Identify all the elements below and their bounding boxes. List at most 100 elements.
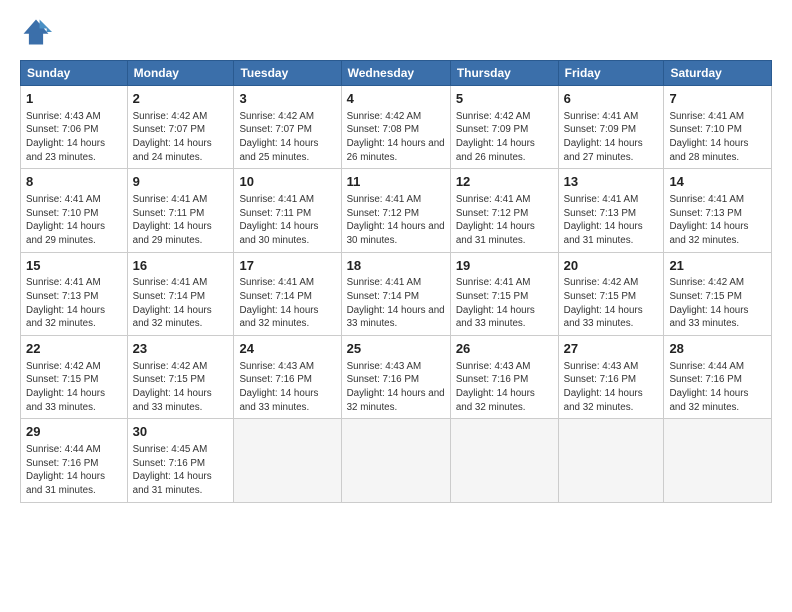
day-number: 20 (564, 257, 659, 275)
day-cell-10: 10 Sunrise: 4:41 AMSunset: 7:11 PMDayligh… (234, 169, 341, 252)
week-row-5: 29 Sunrise: 4:44 AMSunset: 7:16 PMDayligh… (21, 419, 772, 502)
day-info: Sunrise: 4:42 AMSunset: 7:09 PMDaylight:… (456, 110, 553, 165)
logo-icon (20, 16, 52, 48)
day-cell-14: 14 Sunrise: 4:41 AMSunset: 7:13 PMDayligh… (664, 169, 772, 252)
day-number: 9 (133, 173, 229, 191)
day-cell-26: 26 Sunrise: 4:43 AMSunset: 7:16 PMDayligh… (450, 336, 558, 419)
day-cell-19: 19Sunrise: 4:41 AMSunset: 7:15 PMDayligh… (450, 252, 558, 335)
empty-cell (558, 419, 664, 502)
day-info: Sunrise: 4:41 AMSunset: 7:11 PMDaylight:… (133, 193, 229, 248)
day-info: Sunrise: 4:42 AMSunset: 7:15 PMDaylight:… (26, 360, 122, 415)
day-info: Sunrise: 4:41 AMSunset: 7:14 PMDaylight:… (133, 276, 229, 331)
day-number: 7 (669, 90, 766, 108)
empty-cell (234, 419, 341, 502)
day-number: 24 (239, 340, 335, 358)
day-info: Sunrise: 4:41 AMSunset: 7:12 PMDaylight:… (456, 193, 553, 248)
day-info: Sunrise: 4:43 AMSunset: 7:16 PMDaylight:… (456, 360, 553, 415)
day-number: 28 (669, 340, 766, 358)
day-info: Sunrise: 4:41 AMSunset: 7:11 PMDaylight:… (239, 193, 335, 248)
day-number: 22 (26, 340, 122, 358)
day-cell-25: 25 Sunrise: 4:43 AMSunset: 7:16 PMDayligh… (341, 336, 450, 419)
day-number: 16 (133, 257, 229, 275)
day-info: Sunrise: 4:41 AMSunset: 7:12 PMDaylight:… (347, 193, 445, 248)
day-cell-23: 23Sunrise: 4:42 AMSunset: 7:15 PMDayligh… (127, 336, 234, 419)
day-cell-27: 27 Sunrise: 4:43 AMSunset: 7:16 PMDayligh… (558, 336, 664, 419)
day-cell-5: 5 Sunrise: 4:42 AMSunset: 7:09 PMDaylight… (450, 86, 558, 169)
day-number: 21 (669, 257, 766, 275)
day-info: Sunrise: 4:44 AMSunset: 7:16 PMDaylight:… (669, 360, 766, 415)
col-header-wednesday: Wednesday (341, 61, 450, 86)
day-cell-11: 11 Sunrise: 4:41 AMSunset: 7:12 PMDayligh… (341, 169, 450, 252)
day-cell-21: 21Sunrise: 4:42 AMSunset: 7:15 PMDayligh… (664, 252, 772, 335)
col-header-friday: Friday (558, 61, 664, 86)
day-info: Sunrise: 4:43 AMSunset: 7:16 PMDaylight:… (564, 360, 659, 415)
day-number: 30 (133, 423, 229, 441)
day-info: Sunrise: 4:41 AMSunset: 7:13 PMDaylight:… (26, 276, 122, 331)
day-cell-2: 2Sunrise: 4:42 AMSunset: 7:07 PMDaylight… (127, 86, 234, 169)
day-number: 6 (564, 90, 659, 108)
day-number: 5 (456, 90, 553, 108)
day-info: Sunrise: 4:44 AMSunset: 7:16 PMDaylight:… (26, 443, 122, 498)
col-header-tuesday: Tuesday (234, 61, 341, 86)
day-cell-30: 30 Sunrise: 4:45 AMSunset: 7:16 PMDayligh… (127, 419, 234, 502)
header (20, 16, 772, 48)
empty-cell (341, 419, 450, 502)
day-cell-20: 20Sunrise: 4:42 AMSunset: 7:15 PMDayligh… (558, 252, 664, 335)
day-info: Sunrise: 4:42 AMSunset: 7:08 PMDaylight:… (347, 110, 445, 165)
page: SundayMondayTuesdayWednesdayThursdayFrid… (0, 0, 792, 612)
day-cell-13: 13 Sunrise: 4:41 AMSunset: 7:13 PMDayligh… (558, 169, 664, 252)
day-number: 13 (564, 173, 659, 191)
week-row-1: 1Sunrise: 4:43 AMSunset: 7:06 PMDaylight… (21, 86, 772, 169)
week-row-4: 22 Sunrise: 4:42 AMSunset: 7:15 PMDayligh… (21, 336, 772, 419)
day-number: 27 (564, 340, 659, 358)
day-cell-29: 29 Sunrise: 4:44 AMSunset: 7:16 PMDayligh… (21, 419, 128, 502)
day-info: Sunrise: 4:41 AMSunset: 7:09 PMDaylight:… (564, 110, 659, 165)
day-cell-3: 3 Sunrise: 4:42 AMSunset: 7:07 PMDaylight… (234, 86, 341, 169)
day-info: Sunrise: 4:42 AMSunset: 7:07 PMDaylight:… (239, 110, 335, 165)
day-info: Sunrise: 4:45 AMSunset: 7:16 PMDaylight:… (133, 443, 229, 498)
day-cell-17: 17Sunrise: 4:41 AMSunset: 7:14 PMDayligh… (234, 252, 341, 335)
day-info: Sunrise: 4:43 AMSunset: 7:16 PMDaylight:… (239, 360, 335, 415)
day-info: Sunrise: 4:41 AMSunset: 7:14 PMDaylight:… (347, 276, 445, 331)
day-cell-22: 22 Sunrise: 4:42 AMSunset: 7:15 PMDayligh… (21, 336, 128, 419)
day-cell-6: 6 Sunrise: 4:41 AMSunset: 7:09 PMDaylight… (558, 86, 664, 169)
day-number: 1 (26, 90, 122, 108)
day-info: Sunrise: 4:41 AMSunset: 7:13 PMDaylight:… (564, 193, 659, 248)
day-info: Sunrise: 4:42 AMSunset: 7:15 PMDaylight:… (564, 276, 659, 331)
day-cell-12: 12 Sunrise: 4:41 AMSunset: 7:12 PMDayligh… (450, 169, 558, 252)
day-cell-15: 15Sunrise: 4:41 AMSunset: 7:13 PMDayligh… (21, 252, 128, 335)
day-cell-4: 4 Sunrise: 4:42 AMSunset: 7:08 PMDaylight… (341, 86, 450, 169)
col-header-monday: Monday (127, 61, 234, 86)
day-cell-8: 8 Sunrise: 4:41 AMSunset: 7:10 PMDaylight… (21, 169, 128, 252)
col-header-saturday: Saturday (664, 61, 772, 86)
day-number: 3 (239, 90, 335, 108)
day-number: 8 (26, 173, 122, 191)
day-number: 4 (347, 90, 445, 108)
header-row: SundayMondayTuesdayWednesdayThursdayFrid… (21, 61, 772, 86)
day-info: Sunrise: 4:41 AMSunset: 7:10 PMDaylight:… (26, 193, 122, 248)
day-info: Sunrise: 4:43 AMSunset: 7:16 PMDaylight:… (347, 360, 445, 415)
day-number: 26 (456, 340, 553, 358)
calendar-table: SundayMondayTuesdayWednesdayThursdayFrid… (20, 60, 772, 503)
day-number: 25 (347, 340, 445, 358)
day-info: Sunrise: 4:41 AMSunset: 7:15 PMDaylight:… (456, 276, 553, 331)
day-info: Sunrise: 4:41 AMSunset: 7:14 PMDaylight:… (239, 276, 335, 331)
day-cell-7: 7 Sunrise: 4:41 AMSunset: 7:10 PMDaylight… (664, 86, 772, 169)
day-info: Sunrise: 4:41 AMSunset: 7:10 PMDaylight:… (669, 110, 766, 165)
logo (20, 16, 56, 48)
day-info: Sunrise: 4:41 AMSunset: 7:13 PMDaylight:… (669, 193, 766, 248)
day-number: 15 (26, 257, 122, 275)
empty-cell (450, 419, 558, 502)
day-number: 12 (456, 173, 553, 191)
col-header-sunday: Sunday (21, 61, 128, 86)
day-number: 14 (669, 173, 766, 191)
day-number: 23 (133, 340, 229, 358)
day-cell-24: 24 Sunrise: 4:43 AMSunset: 7:16 PMDayligh… (234, 336, 341, 419)
day-number: 11 (347, 173, 445, 191)
day-info: Sunrise: 4:42 AMSunset: 7:15 PMDaylight:… (669, 276, 766, 331)
day-cell-16: 16Sunrise: 4:41 AMSunset: 7:14 PMDayligh… (127, 252, 234, 335)
day-cell-9: 9 Sunrise: 4:41 AMSunset: 7:11 PMDaylight… (127, 169, 234, 252)
day-number: 10 (239, 173, 335, 191)
day-info: Sunrise: 4:42 AMSunset: 7:07 PMDaylight:… (133, 110, 229, 165)
day-number: 29 (26, 423, 122, 441)
